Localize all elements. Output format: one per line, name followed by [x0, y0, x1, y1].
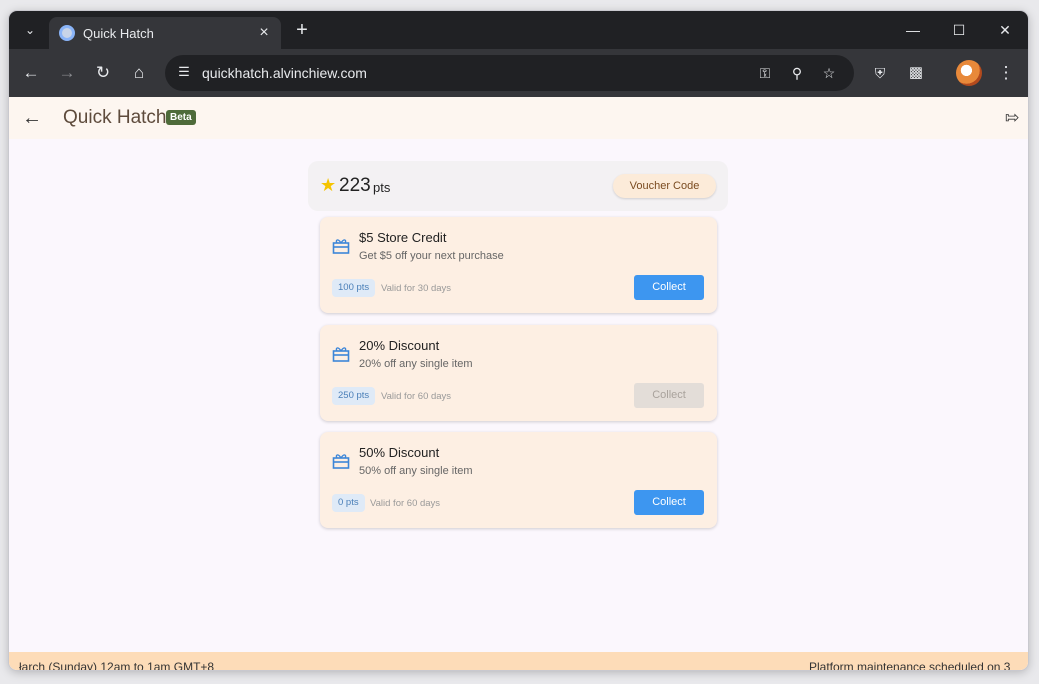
app-bar: ← Quick Hatch Beta ⇰ — [9, 97, 1028, 139]
gift-icon — [332, 454, 350, 469]
favicon-icon — [59, 25, 75, 41]
tab-close-icon[interactable]: × — [255, 24, 273, 42]
app-title: Quick Hatch — [63, 107, 167, 128]
minimize-icon[interactable]: — — [901, 19, 925, 41]
url-text[interactable]: quickhatch.alvinchiew.com — [202, 65, 367, 81]
tab-title: Quick Hatch — [83, 25, 154, 41]
bookmark-star-icon[interactable]: ☆ — [819, 63, 839, 83]
reward-title: 50% Discount — [359, 445, 440, 460]
maximize-icon[interactable]: ☐ — [947, 19, 971, 41]
page-content: ← Quick Hatch Beta ⇰ ★ 223 pts Voucher C… — [9, 97, 1028, 670]
menu-kebab-icon[interactable]: ⋮ — [995, 62, 1017, 84]
site-settings-icon[interactable]: ☰ — [175, 64, 193, 82]
reload-icon[interactable]: ↻ — [92, 62, 114, 84]
star-icon: ★ — [320, 175, 337, 195]
password-key-icon[interactable]: ⚿ — [755, 63, 775, 83]
points-summary: ★ 223 pts Voucher Code — [308, 161, 728, 211]
shield-extension-icon[interactable]: ⛨ — [869, 62, 891, 84]
maintenance-banner: łarch (Sunday) 12am to 1am GMT+8 Platfor… — [9, 652, 1028, 670]
window-close-icon[interactable]: ✕ — [993, 19, 1017, 41]
new-tab-button[interactable]: + — [291, 19, 313, 41]
profile-avatar[interactable] — [956, 60, 982, 86]
forward-arrow-icon[interactable]: → — [56, 62, 78, 84]
collect-button-disabled[interactable]: Collect — [634, 383, 704, 408]
tab-search-chevron-icon[interactable]: ⌄ — [19, 19, 41, 41]
collect-button[interactable]: Collect — [634, 490, 704, 515]
reward-title: 20% Discount — [359, 338, 440, 353]
reward-description: Get $5 off your next purchase — [359, 250, 504, 262]
reward-cost-badge: 0 pts — [332, 494, 365, 512]
reward-cost-badge: 100 pts — [332, 279, 376, 297]
reward-description: 20% off any single item — [359, 358, 473, 370]
points-value: 223 — [339, 175, 371, 196]
voucher-code-button[interactable]: Voucher Code — [613, 174, 716, 198]
back-arrow-icon[interactable]: ← — [20, 62, 42, 84]
browser-window: ⌄ Quick Hatch × + — ☐ ✕ ← → ↻ ⌂ ☰ quickh… — [9, 11, 1028, 670]
reward-card: 50% Discount 50% off any single item 0 p… — [320, 432, 717, 528]
browser-tab[interactable]: Quick Hatch × — [49, 17, 281, 49]
reward-card: $5 Store Credit Get $5 off your next pur… — [320, 217, 717, 313]
gift-icon — [332, 347, 350, 362]
browser-toolbar: ← → ↻ ⌂ ☰ quickhatch.alvinchiew.com ⚿ ⚲ … — [9, 49, 1028, 97]
logout-icon[interactable]: ⇰ — [1002, 108, 1022, 128]
reward-validity: Valid for 60 days — [370, 498, 441, 509]
extensions-puzzle-icon[interactable]: ▩ — [905, 62, 927, 84]
address-bar[interactable]: ☰ quickhatch.alvinchiew.com ⚿ ⚲ ☆ — [165, 55, 854, 91]
reward-validity: Valid for 30 days — [381, 283, 452, 294]
zoom-icon[interactable]: ⚲ — [787, 63, 807, 83]
banner-text-right: Platform maintenance scheduled on 3 — [809, 660, 1011, 670]
reward-description: 50% off any single item — [359, 465, 473, 477]
reward-validity: Valid for 60 days — [381, 391, 452, 402]
reward-cost-badge: 250 pts — [332, 387, 376, 405]
reward-title: $5 Store Credit — [359, 230, 447, 245]
beta-badge: Beta — [166, 110, 196, 125]
tab-strip: ⌄ Quick Hatch × + — ☐ ✕ — [9, 11, 1028, 49]
back-arrow-icon[interactable]: ← — [21, 107, 43, 129]
home-icon[interactable]: ⌂ — [128, 62, 150, 84]
reward-card: 20% Discount 20% off any single item 250… — [320, 325, 717, 421]
points-unit: pts — [373, 180, 391, 195]
banner-text-left: łarch (Sunday) 12am to 1am GMT+8 — [19, 660, 215, 670]
gift-icon — [332, 239, 350, 254]
collect-button[interactable]: Collect — [634, 275, 704, 300]
